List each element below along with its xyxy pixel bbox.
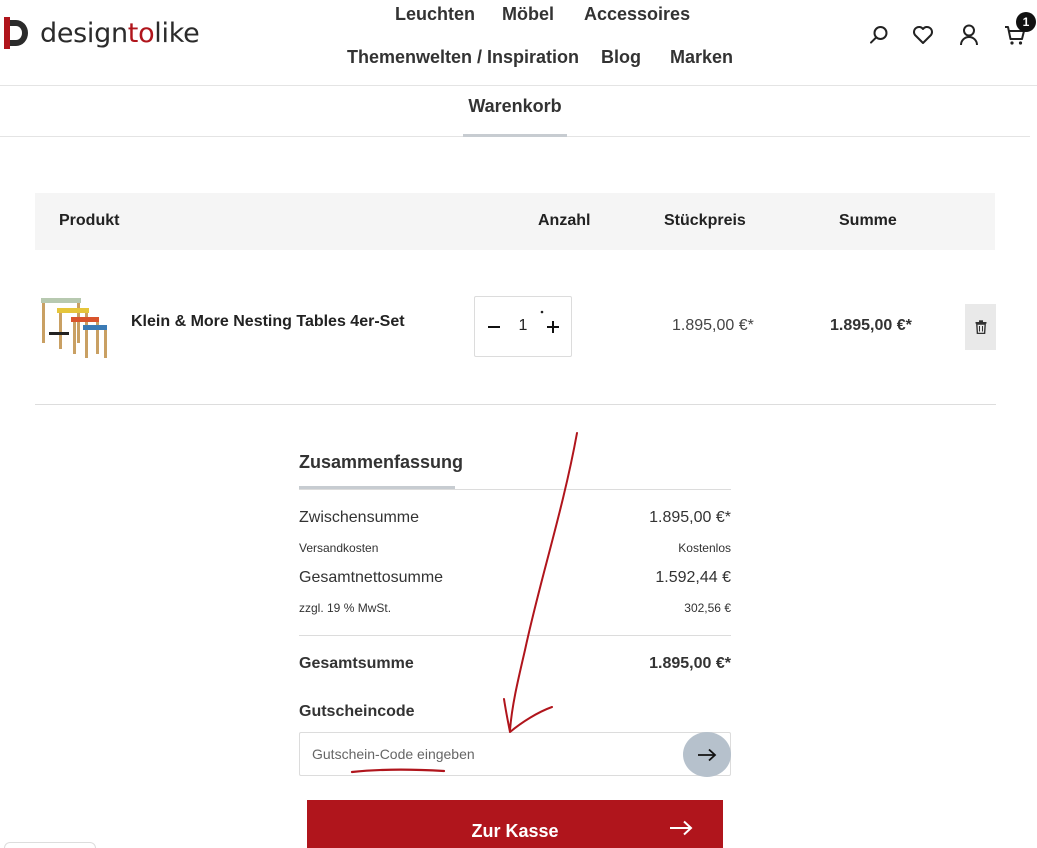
wishlist-button[interactable] — [910, 22, 936, 48]
account-button[interactable] — [956, 22, 982, 48]
summary-title-bar: Zusammenfassung — [299, 440, 731, 490]
nav-item-accessoires[interactable]: Accessoires — [584, 4, 690, 25]
quantity-value[interactable]: 1 — [511, 317, 535, 335]
product-image[interactable] — [39, 290, 111, 362]
column-header-product: Produkt — [59, 212, 120, 229]
grand-total-line: Gesamtsumme 1.895,00 €* — [299, 655, 731, 673]
net-total-value: 1.592,44 € — [655, 569, 731, 586]
subtotal-line: Zwischensumme 1.895,00 €* — [299, 509, 731, 527]
checkout-label: Zur Kasse — [471, 821, 559, 841]
logo-mark-icon — [4, 17, 28, 49]
search-button[interactable] — [866, 22, 892, 48]
summary-divider — [299, 635, 731, 636]
quantity-decrease-button[interactable] — [481, 314, 507, 340]
shipping-label: Versandkosten — [299, 541, 379, 555]
shipping-value: Kostenlos — [678, 541, 731, 555]
product-name-link[interactable]: Klein & More Nesting Tables 4er-Set — [131, 313, 405, 331]
tab-warenkorb[interactable]: Warenkorb — [463, 86, 567, 137]
checkout-button[interactable]: Zur Kasse — [307, 800, 723, 848]
nav-item-leuchten[interactable]: Leuchten — [395, 4, 475, 25]
grand-total-label: Gesamtsumme — [299, 655, 414, 672]
net-total-line: Gesamtnettosumme 1.592,44 € — [299, 569, 731, 587]
cart-line-item: Klein & More Nesting Tables 4er-Set 1 1.… — [35, 250, 996, 405]
coupon-submit-button[interactable] — [683, 732, 731, 777]
net-total-label: Gesamtnettosumme — [299, 569, 444, 586]
cookie-widget-tab[interactable] — [4, 842, 96, 848]
column-header-unit-price: Stückpreis — [664, 212, 746, 229]
coupon-label: Gutscheincode — [299, 703, 415, 720]
line-total: 1.895,00 €* — [830, 317, 912, 334]
column-header-quantity: Anzahl — [538, 212, 591, 229]
cart-count-badge: 1 — [1016, 12, 1036, 32]
nav-item-marken[interactable]: Marken — [670, 47, 733, 68]
tax-value: 302,56 € — [684, 601, 731, 615]
unit-price: 1.895,00 €* — [672, 317, 754, 334]
arrow-right-icon — [698, 748, 717, 761]
subtotal-label: Zwischensumme — [299, 509, 420, 526]
grand-total-value: 1.895,00 €* — [649, 655, 731, 672]
nav-item-blog[interactable]: Blog — [601, 47, 641, 68]
remove-item-button[interactable] — [965, 304, 996, 350]
column-header-total: Summe — [839, 212, 897, 229]
search-icon — [870, 26, 888, 44]
site-header: designtolike Leuchten Möbel Accessoires … — [0, 0, 1037, 86]
cart-table-header: Produkt Anzahl Stückpreis Summe — [35, 193, 995, 250]
summary-title: Zusammenfassung — [299, 452, 463, 489]
shipping-line: Versandkosten Kostenlos — [299, 541, 731, 555]
user-icon — [960, 24, 978, 46]
minus-icon — [488, 326, 500, 328]
trash-icon — [975, 320, 986, 334]
quantity-increase-button[interactable] — [540, 314, 566, 340]
heart-icon — [913, 26, 933, 44]
plus-icon — [547, 321, 559, 333]
quantity-stepper: 1 — [474, 296, 572, 357]
coupon-code-input[interactable] — [299, 732, 731, 776]
cart-button[interactable]: 1 — [1002, 12, 1036, 48]
tax-label: zzgl. 19 % MwSt. — [299, 601, 392, 615]
nav-item-themenwelten[interactable]: Themenwelten / Inspiration — [347, 47, 579, 68]
logo[interactable]: designtolike — [4, 16, 200, 50]
nav-item-moebel[interactable]: Möbel — [502, 4, 554, 25]
tax-line: zzgl. 19 % MwSt. 302,56 € — [299, 601, 731, 615]
tab-bar: Warenkorb — [0, 86, 1030, 137]
arrow-right-icon — [670, 820, 693, 836]
logo-text: designtolike — [40, 17, 200, 49]
subtotal-value: 1.895,00 €* — [649, 509, 731, 526]
